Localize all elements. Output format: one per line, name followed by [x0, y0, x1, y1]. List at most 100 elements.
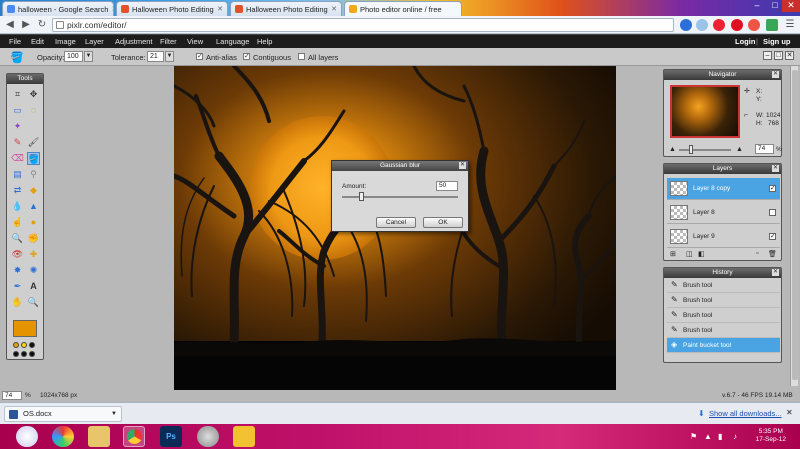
menu-adjustment[interactable]: Adjustment: [115, 37, 153, 46]
bloat-tool-icon[interactable]: ✸: [11, 264, 24, 277]
drawing-tool-icon[interactable]: ◆: [27, 184, 40, 197]
status-zoom-input[interactable]: 74: [2, 391, 22, 400]
menu-layer[interactable]: Layer: [85, 37, 104, 46]
swatch-dot[interactable]: [29, 351, 35, 357]
ok-button[interactable]: OK: [423, 217, 463, 228]
tray-volume-icon[interactable]: ♪: [733, 432, 737, 441]
tray-flag-icon[interactable]: ⚑: [690, 432, 697, 441]
layer-row-layer-8[interactable]: Layer 8: [667, 202, 780, 224]
history-item[interactable]: ✎ Brush tool: [667, 308, 780, 323]
zoom-in-icon[interactable]: ▲: [736, 146, 743, 153]
amount-slider-thumb[interactable]: [359, 192, 364, 201]
hand-tool-icon[interactable]: ✋: [11, 296, 24, 309]
paint-app-icon[interactable]: [233, 426, 255, 447]
zoom-slider-thumb[interactable]: [689, 145, 693, 154]
gtalk-app-icon[interactable]: [16, 426, 38, 447]
photoshop-app-icon[interactable]: Ps: [160, 426, 182, 447]
tab-close-icon[interactable]: ✕: [214, 5, 223, 13]
extension-icon[interactable]: [696, 19, 708, 31]
brush-tool-icon[interactable]: 🖌: [27, 136, 40, 149]
amount-input[interactable]: 50: [436, 181, 458, 191]
history-item[interactable]: ✎ Brush tool: [667, 278, 780, 293]
clone-stamp-tool-icon[interactable]: ⚲: [27, 168, 40, 181]
signup-link[interactable]: Sign up: [763, 37, 791, 46]
app-icon[interactable]: [197, 426, 219, 447]
eraser-tool-icon[interactable]: ⌫: [11, 152, 24, 165]
layer-mask-icon[interactable]: ◫: [686, 250, 693, 258]
pencil-tool-icon[interactable]: ✎: [11, 136, 24, 149]
downloads-close-icon[interactable]: ✕: [786, 408, 793, 417]
all-layers-checkbox[interactable]: [298, 53, 305, 60]
type-tool-icon[interactable]: A: [27, 280, 40, 293]
smudge-tool-icon[interactable]: ☝: [11, 216, 24, 229]
panel-fullscreen-icon[interactable]: □: [774, 51, 783, 60]
browser-tab-1[interactable]: halloween - Google Search ✕: [2, 1, 114, 16]
layer-row-layer-8-copy[interactable]: Layer 8 copy ✓: [667, 178, 780, 200]
color-replace-tool-icon[interactable]: ⇄: [11, 184, 24, 197]
dodge-tool-icon[interactable]: 🔍: [11, 232, 24, 245]
vertical-scrollbar[interactable]: [790, 66, 798, 386]
swatch-dot[interactable]: [21, 342, 27, 348]
layer-row-layer-9[interactable]: Layer 9 ✓: [667, 226, 780, 248]
extension-shield-icon[interactable]: [766, 19, 778, 31]
layers-close-icon[interactable]: ✕: [772, 165, 779, 172]
extension-red-icon[interactable]: [713, 19, 725, 31]
delete-layer-icon[interactable]: 🗑: [768, 250, 777, 258]
tray-arrow-icon[interactable]: ▲: [704, 432, 712, 441]
menu-language[interactable]: Language: [216, 37, 249, 46]
menu-view[interactable]: View: [187, 37, 203, 46]
panel-minimize-icon[interactable]: –: [763, 51, 772, 60]
burn-tool-icon[interactable]: ✊: [27, 232, 40, 245]
lasso-tool-icon[interactable]: ◌: [27, 104, 40, 117]
minimize-window-icon[interactable]: –: [748, 0, 766, 12]
gradient-tool-icon[interactable]: ▤: [11, 168, 24, 181]
tolerance-dropdown-icon[interactable]: ▼: [165, 51, 174, 62]
tray-signal-icon[interactable]: ▮: [718, 432, 722, 441]
close-window-icon[interactable]: ✕: [782, 0, 800, 12]
explorer-folder-icon[interactable]: [88, 426, 110, 447]
login-link[interactable]: Login: [735, 37, 755, 46]
extension-globe-icon[interactable]: [680, 19, 692, 31]
tolerance-input[interactable]: 21: [147, 51, 164, 62]
opacity-dropdown-icon[interactable]: ▼: [84, 51, 93, 62]
move-tool-icon[interactable]: ✥: [27, 88, 40, 101]
paint-bucket-tool-icon[interactable]: 🪣: [27, 152, 40, 165]
extension-down-icon[interactable]: [748, 19, 760, 31]
menu-help[interactable]: Help: [257, 37, 272, 46]
show-all-downloads-link[interactable]: Show all downloads...: [709, 409, 782, 418]
zoom-input[interactable]: 74: [755, 144, 774, 154]
history-item[interactable]: ✎ Brush tool: [667, 293, 780, 308]
tab-close-icon[interactable]: ✕: [108, 5, 113, 13]
forward-arrow-icon[interactable]: ▶: [20, 19, 32, 31]
scrollbar-thumb[interactable]: [792, 70, 798, 380]
tab-close-icon[interactable]: ✕: [328, 5, 337, 13]
menu-file[interactable]: File: [9, 37, 21, 46]
zoom-slider-track[interactable]: [679, 149, 731, 151]
crop-tool-icon[interactable]: ⌗: [11, 88, 24, 101]
opacity-input[interactable]: 100: [64, 51, 83, 62]
spot-heal-tool-icon[interactable]: ✚: [27, 248, 40, 261]
magic-wand-tool-icon[interactable]: ✦: [11, 120, 24, 133]
marquee-tool-icon[interactable]: ▭: [11, 104, 24, 117]
cancel-button[interactable]: Cancel: [376, 217, 416, 228]
download-item[interactable]: OS.docx ▼: [4, 406, 122, 422]
browser-tab-2[interactable]: Halloween Photo Editing ✕: [116, 1, 228, 16]
red-eye-tool-icon[interactable]: 👁: [11, 248, 24, 261]
wrench-menu-icon[interactable]: ☰: [784, 19, 796, 31]
menu-image[interactable]: Image: [55, 37, 76, 46]
back-arrow-icon[interactable]: ◀: [4, 19, 16, 31]
history-item[interactable]: ✎ Brush tool: [667, 323, 780, 338]
new-layer-icon[interactable]: ▫: [756, 250, 758, 257]
navigator-thumbnail[interactable]: [670, 85, 740, 138]
download-menu-icon[interactable]: ▼: [111, 407, 117, 421]
sharpen-tool-icon[interactable]: ▲: [27, 200, 40, 213]
antialias-checkbox[interactable]: ✓: [196, 53, 203, 60]
swatch-dot[interactable]: [13, 342, 19, 348]
menu-filter[interactable]: Filter: [160, 37, 177, 46]
browser-tab-4-active[interactable]: Photo editor online / free: [344, 1, 462, 16]
menu-edit[interactable]: Edit: [31, 37, 44, 46]
foreground-color-swatch[interactable]: [13, 320, 37, 337]
swatch-dot[interactable]: [29, 342, 35, 348]
layer-settings-icon[interactable]: ⊞: [670, 250, 676, 258]
layer-visibility-checkbox[interactable]: [769, 209, 776, 216]
